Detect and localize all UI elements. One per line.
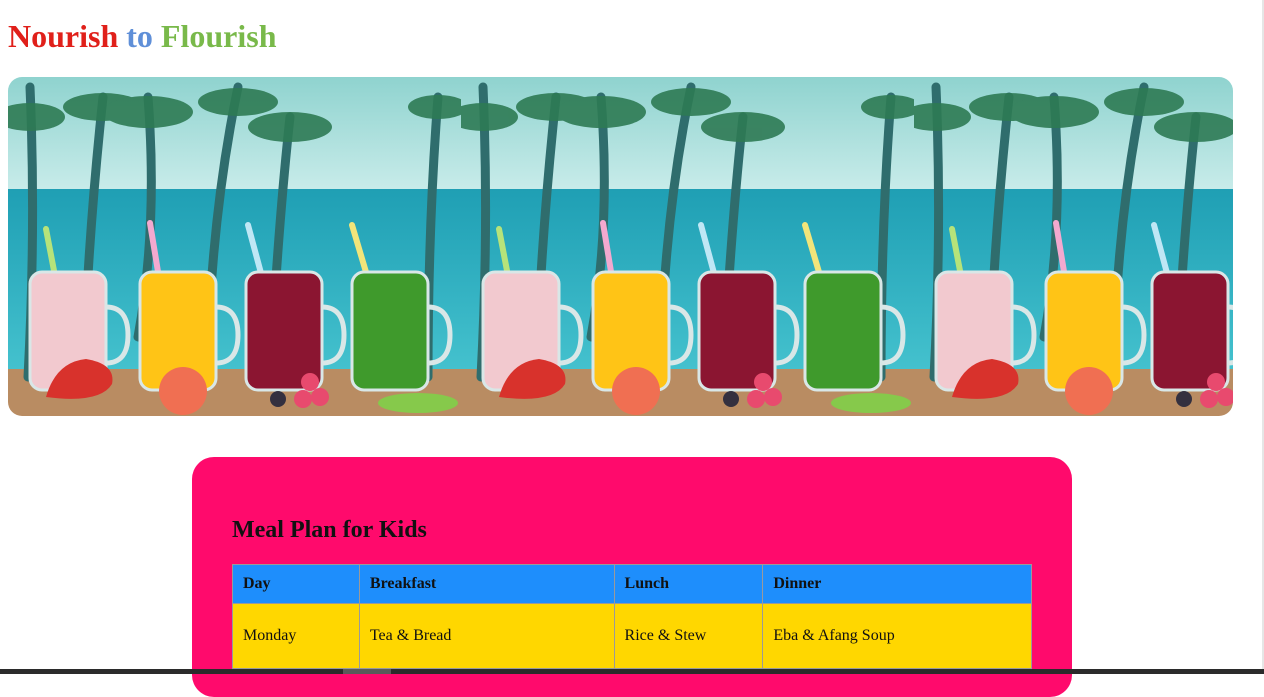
- table-row: Monday Tea & Bread Rice & Stew Eba & Afa…: [232, 603, 1032, 669]
- column-header-dinner: Dinner: [762, 564, 1032, 604]
- meal-plan-table: Day Breakfast Lunch Dinner Monday Tea & …: [232, 564, 1032, 669]
- meal-plan-card: Meal Plan for Kids Day Breakfast Lunch D…: [192, 457, 1072, 697]
- cell-day: Monday: [232, 603, 360, 669]
- column-header-lunch: Lunch: [613, 564, 764, 604]
- cell-lunch: Rice & Stew: [613, 603, 764, 669]
- cell-breakfast: Tea & Bread: [358, 603, 615, 669]
- title-word-to: to: [118, 18, 161, 54]
- table-header-row: Day Breakfast Lunch Dinner: [232, 564, 1032, 604]
- banner-image-3: [914, 77, 1233, 416]
- hero-banner: [8, 77, 1233, 416]
- cell-dinner: Eba & Afang Soup: [762, 603, 1032, 669]
- title-word-flourish: Flourish: [160, 18, 277, 54]
- banner-image-2: [461, 77, 914, 416]
- column-header-day: Day: [232, 564, 360, 604]
- title-word-nourish: Nourish: [8, 18, 119, 54]
- meal-plan-heading: Meal Plan for Kids: [232, 517, 427, 543]
- taskbar-strip: [0, 669, 1264, 674]
- column-header-breakfast: Breakfast: [358, 564, 615, 604]
- site-title: Nourish to Flourish: [8, 16, 276, 56]
- taskbar-item[interactable]: [343, 669, 391, 674]
- banner-image-1: [8, 77, 461, 416]
